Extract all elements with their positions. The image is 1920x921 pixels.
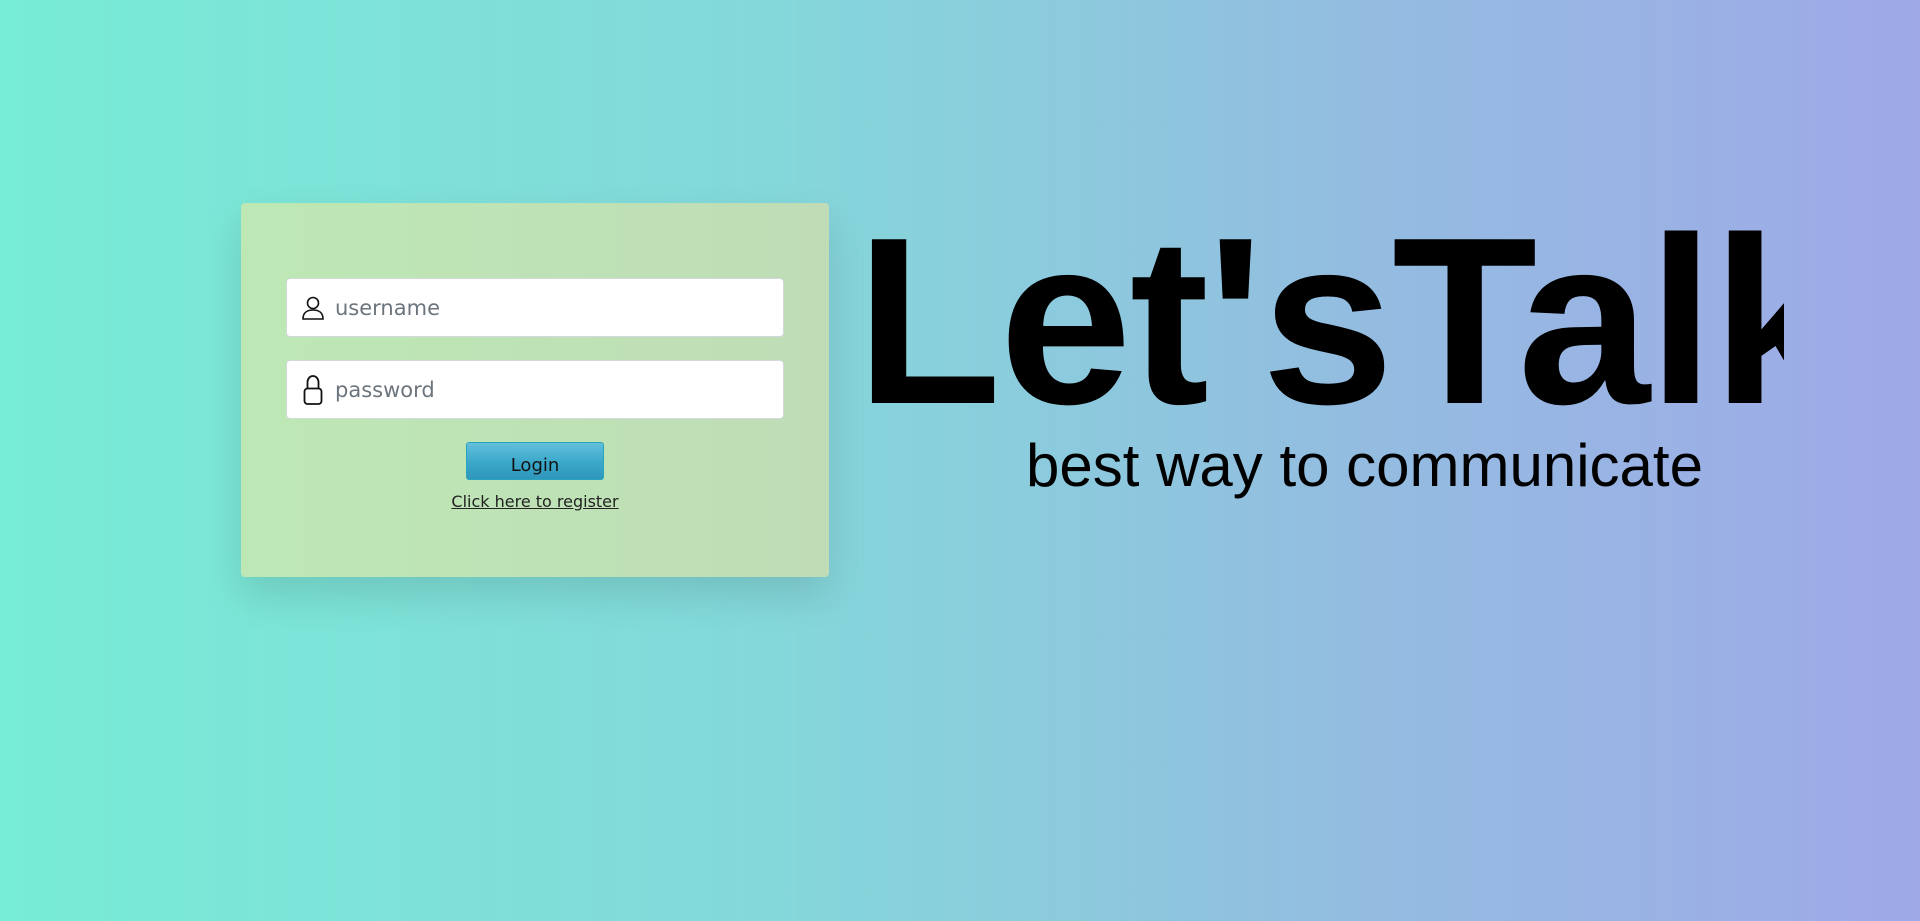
brand-container: Let'sTalk [856, 195, 1784, 426]
lock-icon [301, 374, 325, 405]
brand-tagline: best way to communicate [1026, 432, 1703, 499]
username-input[interactable] [335, 279, 775, 336]
login-card: Login Click here to register [241, 203, 829, 577]
register-link[interactable]: Click here to register [241, 492, 829, 511]
password-input[interactable] [335, 361, 775, 418]
username-field[interactable] [286, 278, 784, 337]
brand-title: Let'sTalk [856, 195, 1784, 426]
login-button[interactable]: Login [466, 442, 604, 480]
password-field[interactable] [286, 360, 784, 419]
user-icon [301, 293, 325, 323]
